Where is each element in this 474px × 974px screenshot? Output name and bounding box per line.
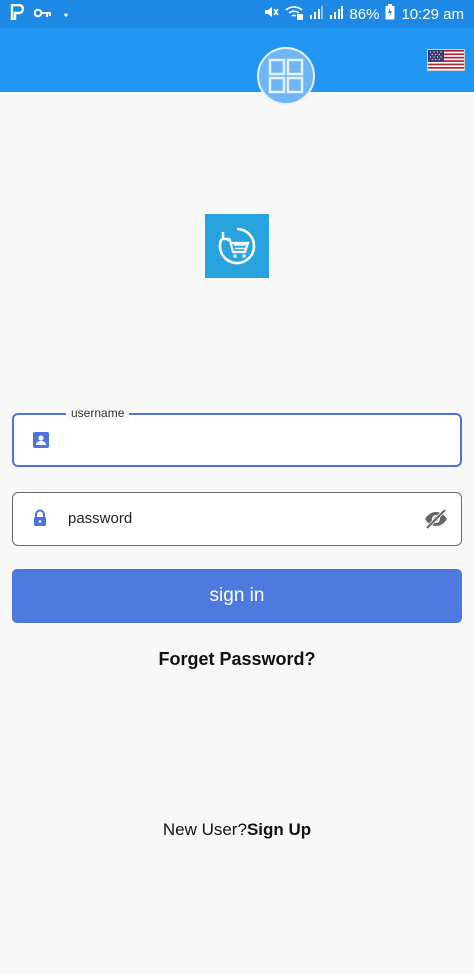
shopping-cart-icon xyxy=(218,227,256,265)
forget-password-link[interactable]: Forget Password? xyxy=(0,649,474,670)
status-bar: 86% 10:29 am xyxy=(0,0,474,28)
status-left-icons xyxy=(10,3,70,25)
username-label: username xyxy=(66,406,130,420)
app-bar xyxy=(0,28,474,92)
clock-time: 10:29 am xyxy=(401,5,464,23)
contact-card-icon xyxy=(33,432,49,448)
pocket-casts-icon xyxy=(10,3,25,25)
language-selector[interactable] xyxy=(427,49,465,71)
notification-dot-icon xyxy=(62,6,70,23)
battery-percent: 86% xyxy=(349,5,380,23)
signal-icon xyxy=(329,5,344,23)
sign-up-link[interactable]: Sign Up xyxy=(247,820,311,839)
grid-menu-button[interactable] xyxy=(257,47,315,105)
lock-icon xyxy=(34,509,46,526)
signal-icon xyxy=(309,5,324,23)
status-right-icons: 86% 10:29 am xyxy=(263,4,464,24)
username-input[interactable] xyxy=(69,425,419,455)
password-input[interactable] xyxy=(68,503,418,533)
app-logo xyxy=(205,214,269,278)
wifi-icon xyxy=(285,5,304,24)
mute-icon xyxy=(263,4,280,24)
grid-icon xyxy=(268,58,304,94)
eye-off-icon[interactable] xyxy=(423,507,449,531)
sign-in-button[interactable]: sign in xyxy=(12,569,462,623)
battery-icon xyxy=(385,4,395,24)
signup-row: New User?Sign Up xyxy=(0,820,474,840)
new-user-prompt: New User? xyxy=(162,820,247,839)
vpn-key-icon xyxy=(33,6,52,23)
password-field[interactable] xyxy=(12,492,462,546)
username-field[interactable]: username xyxy=(12,406,462,467)
us-flag-icon xyxy=(428,50,464,70)
